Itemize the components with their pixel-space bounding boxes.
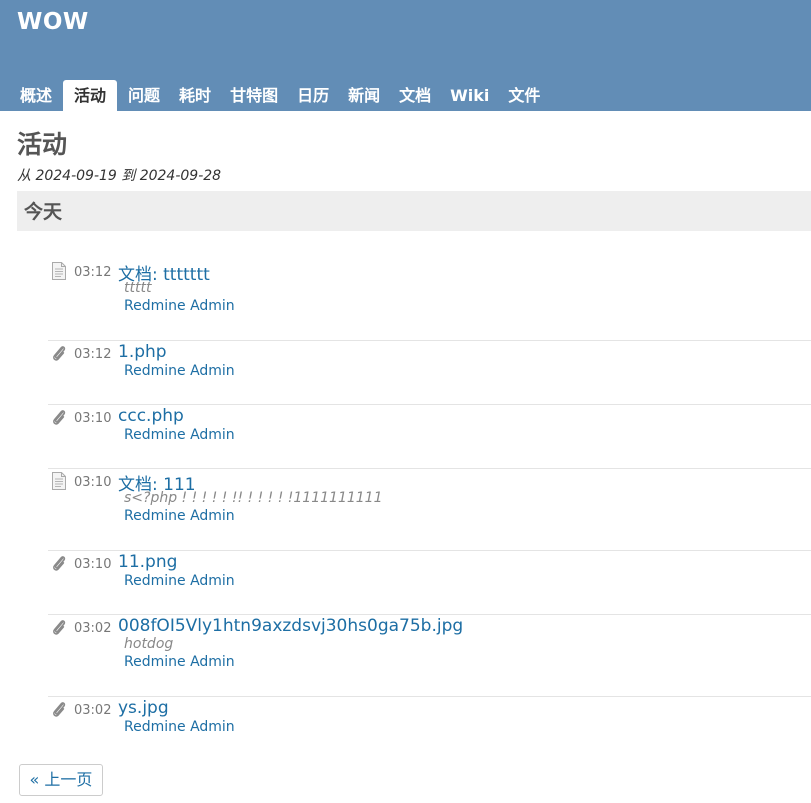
attachment-icon: [51, 408, 67, 426]
entry-time: 03:02: [74, 703, 112, 718]
entry-author-link[interactable]: Redmine Admin: [124, 719, 235, 735]
activity-entry: 03:12 文档: ttttttt ttttt Redmine Admin: [48, 259, 811, 341]
entry-author-link[interactable]: Redmine Admin: [124, 427, 235, 443]
entry-time: 03:10: [74, 557, 112, 572]
entry-author-link[interactable]: Redmine Admin: [124, 298, 235, 314]
attachment-icon: [51, 554, 67, 572]
project-title[interactable]: WOW: [17, 9, 89, 35]
attachment-icon: [51, 618, 67, 636]
tab-8[interactable]: Wiki: [442, 80, 497, 111]
content: 活动 从 2024-09-19 到 2024-09-28 今天 03:12 文档:…: [0, 111, 811, 761]
date-range: 从 2024-09-19 到 2024-09-28: [17, 168, 222, 184]
activity-entry: 03:12 1.php Redmine Admin: [48, 341, 811, 405]
attachment-icon: [51, 700, 67, 718]
tab-0[interactable]: 概述: [12, 80, 60, 111]
tab-2[interactable]: 问题: [120, 80, 168, 111]
tab-1[interactable]: 活动: [63, 80, 118, 111]
entry-time: 03:02: [74, 621, 112, 636]
entry-title-link[interactable]: 11.png: [118, 552, 177, 572]
tab-6[interactable]: 新闻: [340, 80, 388, 111]
activity-entry: 03:10 文档: 111 s<?php ! ! ! ! ! !! ! ! ! ! …: [48, 469, 811, 551]
entry-time: 03:12: [74, 347, 112, 362]
entry-title-link[interactable]: 008fOI5Vly1htn9axzdsvj30hs0ga75b.jpg: [118, 616, 463, 636]
entry-description: hotdog: [124, 636, 174, 652]
entry-description: s<?php ! ! ! ! ! !! ! ! ! ! !1111111111: [124, 490, 383, 506]
attachment-icon: [51, 344, 67, 362]
entry-title-link[interactable]: ccc.php: [118, 406, 184, 426]
activity-entry: 03:10 ccc.php Redmine Admin: [48, 405, 811, 469]
entry-author-link[interactable]: Redmine Admin: [124, 363, 235, 379]
entry-author-link[interactable]: Redmine Admin: [124, 573, 235, 589]
activity-entry: 03:10 11.png Redmine Admin: [48, 551, 811, 615]
tab-7[interactable]: 文档: [391, 80, 439, 111]
previous-page-button[interactable]: « 上一页: [19, 764, 103, 796]
entry-title-link[interactable]: 1.php: [118, 342, 167, 362]
entry-author-link[interactable]: Redmine Admin: [124, 654, 235, 670]
entry-time: 03:10: [74, 475, 112, 490]
document-icon: [51, 262, 67, 280]
activity-entry: 03:02 008fOI5Vly1htn9axzdsvj30hs0ga75b.jp…: [48, 615, 811, 697]
entry-title-link[interactable]: ys.jpg: [118, 698, 169, 718]
entry-description: ttttt: [124, 280, 152, 296]
tab-3[interactable]: 耗时: [171, 80, 219, 111]
header: WOW 概述 活动 问题 耗时 甘特图 日历 新闻 文档 Wiki 文件: [0, 0, 811, 111]
page-title: 活动: [17, 130, 68, 159]
tab-5[interactable]: 日历: [289, 80, 337, 111]
tab-9[interactable]: 文件: [500, 80, 548, 111]
entry-author-link[interactable]: Redmine Admin: [124, 508, 235, 524]
entry-time: 03:12: [74, 265, 112, 280]
activity-entry: 03:02 ys.jpg Redmine Admin: [48, 697, 811, 761]
document-icon: [51, 472, 67, 490]
entry-time: 03:10: [74, 411, 112, 426]
tab-4[interactable]: 甘特图: [222, 80, 286, 111]
main-menu: 概述 活动 问题 耗时 甘特图 日历 新闻 文档 Wiki 文件: [12, 80, 551, 111]
activity-list: 03:12 文档: ttttttt ttttt Redmine Admin 03:12 1…: [48, 259, 811, 761]
day-header: 今天: [17, 191, 811, 231]
